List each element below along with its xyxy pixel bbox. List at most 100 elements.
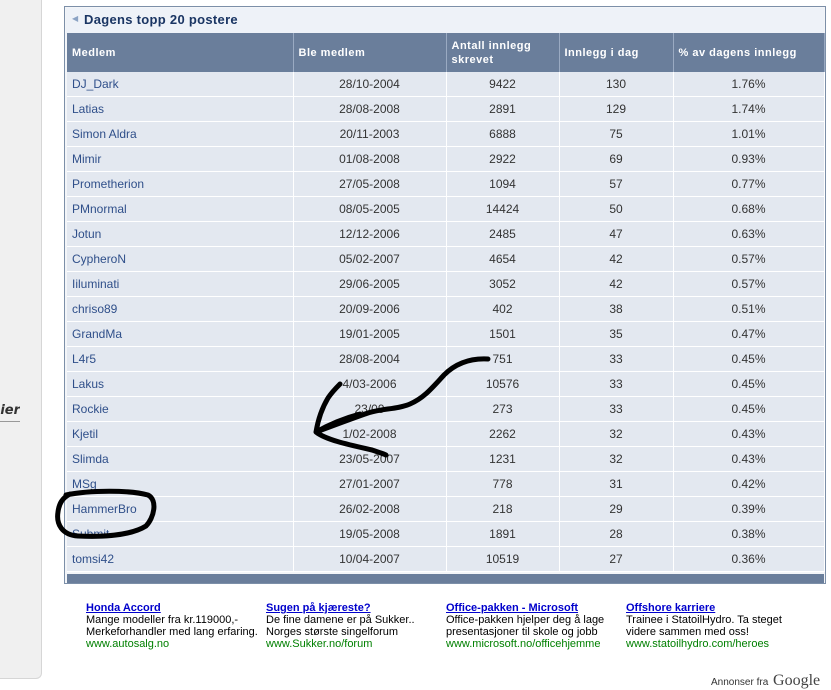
join-date: 19/05-2008 (293, 521, 447, 547)
member-name-link[interactable]: tomsi42 (67, 546, 294, 572)
post-count: 2485 (446, 221, 560, 247)
ad-block[interactable]: Sugen på kjæreste? De fine damene er på … (266, 602, 441, 650)
bullet-icon: ◀ (72, 14, 79, 23)
left-sidebar-panel (0, 0, 42, 679)
ad-url-link[interactable]: www.Sukker.no/forum (266, 638, 441, 650)
member-name-link[interactable]: Prometherion (67, 171, 294, 197)
post-count: 273 (446, 396, 560, 422)
posts-today: 27 (559, 546, 674, 572)
percent-today: 0.77% (673, 171, 825, 197)
ad-block[interactable]: Honda Accord Mange modeller fra kr.11900… (86, 602, 261, 650)
post-count: 9422 (446, 72, 560, 97)
column-header-joined[interactable]: Ble medlem (293, 33, 447, 72)
posts-today: 32 (559, 446, 674, 472)
table-row: Lakus 4/03-2006 10576 33 0.45% (67, 371, 825, 397)
table-row: Rockie 23/09 273 33 0.45% (67, 396, 825, 422)
percent-today: 0.45% (673, 346, 825, 372)
percent-today: 0.57% (673, 246, 825, 272)
table-row: CypheroN 05/02-2007 4654 42 0.57% (67, 246, 825, 272)
member-name-link[interactable]: HammerBro (67, 496, 294, 522)
post-count: 14424 (446, 196, 560, 222)
post-count: 1501 (446, 321, 560, 347)
ad-block[interactable]: Offshore karriere Trainee i StatoilHydro… (626, 602, 801, 650)
member-name-link[interactable]: Latias (67, 96, 294, 122)
posts-today: 50 (559, 196, 674, 222)
table-row: PMnormal 08/05-2005 14424 50 0.68% (67, 196, 825, 222)
table-row: Simon Aldra 20/11-2003 6888 75 1.01% (67, 121, 825, 147)
ads-by-prefix: Annonser fra (711, 677, 769, 688)
percent-today: 0.43% (673, 446, 825, 472)
table-row: DJ_Dark 28/10-2004 9422 130 1.76% (67, 72, 825, 97)
ad-body: Mange modeller fra kr.119000,- Merkeforh… (86, 614, 258, 638)
member-name-link[interactable]: PMnormal (67, 196, 294, 222)
ad-title-link[interactable]: Sugen på kjæreste? (266, 602, 441, 614)
table-row: Slimda 23/05-2007 1231 32 0.43% (67, 446, 825, 472)
ad-block[interactable]: Office-pakken - Microsoft Office-pakken … (446, 602, 621, 650)
member-name-link[interactable]: Mimir (67, 146, 294, 172)
member-name-link[interactable]: MSg (67, 471, 294, 497)
percent-today: 0.43% (673, 421, 825, 447)
table-row: Submit 19/05-2008 1891 28 0.38% (67, 521, 825, 547)
column-header-posts-today[interactable]: Innlegg i dag (559, 33, 674, 72)
member-name-link[interactable]: Kjetil (67, 421, 294, 447)
member-name-link[interactable]: GrandMa (67, 321, 294, 347)
join-date: 29/06-2005 (293, 271, 447, 297)
ad-url-link[interactable]: www.autosalg.no (86, 638, 261, 650)
top-posters-table: Medlem Ble medlem Antall innlegg skrevet… (67, 33, 825, 572)
percent-today: 0.93% (673, 146, 825, 172)
member-name-link[interactable]: Iiluminati (67, 271, 294, 297)
column-header-member[interactable]: Medlem (67, 33, 294, 72)
column-header-post-count[interactable]: Antall innlegg skrevet (446, 33, 560, 72)
posts-today: 31 (559, 471, 674, 497)
column-header-percent-today[interactable]: % av dagens innlegg (673, 33, 825, 72)
join-date: 05/02-2007 (293, 246, 447, 272)
member-name-link[interactable]: Simon Aldra (67, 121, 294, 147)
member-name-link[interactable]: chriso89 (67, 296, 294, 322)
table-row: MSg 27/01-2007 778 31 0.42% (67, 471, 825, 497)
posts-today: 42 (559, 246, 674, 272)
join-date: 23/05-2007 (293, 446, 447, 472)
member-name-link[interactable]: L4r5 (67, 346, 294, 372)
percent-today: 0.39% (673, 496, 825, 522)
percent-today: 0.68% (673, 196, 825, 222)
member-name-link[interactable]: Lakus (67, 371, 294, 397)
percent-today: 1.76% (673, 72, 825, 97)
ads-by-google[interactable]: Annonser fra Google (711, 672, 820, 690)
table-row: Mimir 01/08-2008 2922 69 0.93% (67, 146, 825, 172)
post-count: 1891 (446, 521, 560, 547)
posts-today: 35 (559, 321, 674, 347)
ad-title-link[interactable]: Honda Accord (86, 602, 261, 614)
join-date: 27/01-2007 (293, 471, 447, 497)
percent-today: 0.38% (673, 521, 825, 547)
posts-today: 69 (559, 146, 674, 172)
ad-url-link[interactable]: www.microsoft.no/officehjemme (446, 638, 621, 650)
table-row: Latias 28/08-2008 2891 129 1.74% (67, 96, 825, 122)
join-date: 28/08-2008 (293, 96, 447, 122)
posts-today: 57 (559, 171, 674, 197)
percent-today: 0.47% (673, 321, 825, 347)
box-footer-bar (67, 574, 824, 583)
ad-url-link[interactable]: www.statoilhydro.com/heroes (626, 638, 801, 650)
table-row: Jotun 12/12-2006 2485 47 0.63% (67, 221, 825, 247)
join-date: 26/02-2008 (293, 496, 447, 522)
member-name-link[interactable]: Slimda (67, 446, 294, 472)
ad-title-link[interactable]: Office-pakken - Microsoft (446, 602, 621, 614)
join-date: 12/12-2006 (293, 221, 447, 247)
ad-title-link[interactable]: Offshore karriere (626, 602, 801, 614)
member-name-link[interactable]: DJ_Dark (67, 72, 294, 97)
post-count: 10519 (446, 546, 560, 572)
ad-body: De fine damene er på Sukker.. Norges stø… (266, 614, 415, 638)
table-row: tomsi42 10/04-2007 10519 27 0.36% (67, 546, 825, 572)
post-count: 778 (446, 471, 560, 497)
percent-today: 0.42% (673, 471, 825, 497)
member-name-link[interactable]: Rockie (67, 396, 294, 422)
posts-today: 129 (559, 96, 674, 122)
member-name-link[interactable]: Jotun (67, 221, 294, 247)
percent-today: 1.01% (673, 121, 825, 147)
member-name-link[interactable]: CypheroN (67, 246, 294, 272)
post-count: 751 (446, 346, 560, 372)
join-date: 08/05-2005 (293, 196, 447, 222)
join-date: 01/08-2008 (293, 146, 447, 172)
table-header-row: Medlem Ble medlem Antall innlegg skrevet… (67, 33, 825, 72)
member-name-link[interactable]: Submit (67, 521, 294, 547)
